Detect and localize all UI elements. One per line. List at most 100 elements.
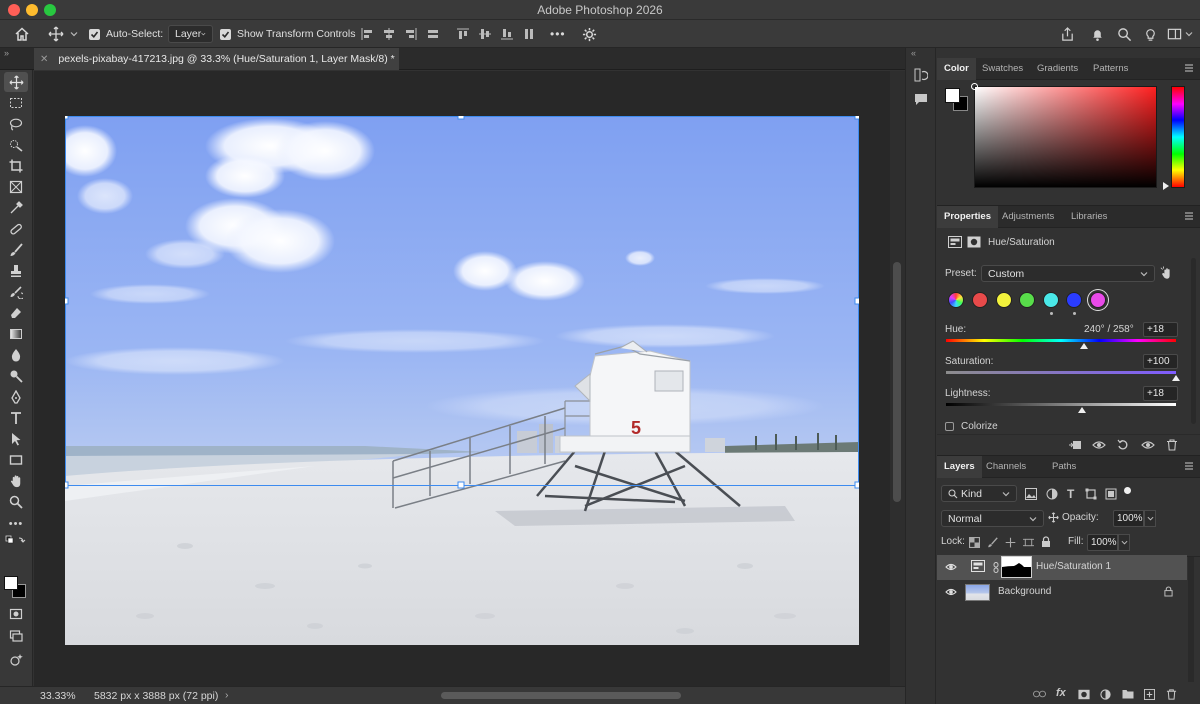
align-middle-v-button[interactable] [478, 20, 492, 48]
tab-layers[interactable]: Layers [937, 456, 982, 478]
zoom-tool[interactable] [4, 492, 28, 512]
path-selection-tool[interactable] [4, 429, 28, 449]
properties-scrollbar[interactable] [1191, 258, 1196, 424]
horizontal-scroll-thumb[interactable] [441, 692, 681, 699]
layer-filter-dropdown[interactable]: Kind [941, 485, 1017, 502]
filter-type-button[interactable]: T [1067, 487, 1074, 501]
frame-tool[interactable] [4, 177, 28, 197]
blur-tool[interactable] [4, 345, 28, 365]
distribute-v-button[interactable] [522, 20, 536, 48]
tab-channels[interactable]: Channels [979, 456, 1033, 478]
align-center-h-button[interactable] [382, 20, 396, 48]
settings-button[interactable] [582, 20, 597, 48]
clone-stamp-tool[interactable] [4, 261, 28, 281]
clip-to-layer-button[interactable] [1068, 439, 1082, 451]
more-options-button[interactable]: ••• [550, 20, 566, 48]
add-mask-button[interactable] [1078, 689, 1090, 700]
history-panel-button[interactable] [914, 68, 928, 82]
new-layer-button[interactable] [1144, 689, 1155, 700]
eyedropper-tool[interactable] [4, 198, 28, 218]
transform-handle[interactable] [65, 297, 69, 305]
transform-handle[interactable] [65, 116, 69, 120]
tab-swatches[interactable]: Swatches [975, 58, 1030, 80]
colorize-checkbox[interactable] [945, 422, 954, 431]
generative-button[interactable] [4, 650, 28, 670]
show-transform-checkbox[interactable]: Show Transform Controls [220, 20, 355, 48]
preset-dropdown[interactable]: Custom [981, 265, 1155, 282]
opacity-input[interactable]: 100% [1113, 510, 1144, 527]
screen-mode-button[interactable] [4, 626, 28, 646]
tab-adjustments[interactable]: Adjustments [995, 206, 1061, 228]
tab-libraries[interactable]: Libraries [1064, 206, 1114, 228]
transform-handle[interactable] [854, 297, 859, 305]
document-tab[interactable]: ✕ pexels-pixabay-417213.jpg @ 33.3% (Hue… [34, 48, 399, 70]
targeted-adjustment-button[interactable] [1160, 266, 1174, 280]
layer-effects-button[interactable]: fx [1056, 687, 1066, 699]
pen-tool[interactable] [4, 387, 28, 407]
lock-artboard-button[interactable] [1023, 537, 1034, 548]
workspace-button[interactable] [1167, 20, 1193, 48]
lock-position-button[interactable] [1005, 537, 1016, 548]
layer-visibility-toggle[interactable] [945, 587, 957, 597]
color-panel-foreground-swatch[interactable] [945, 88, 960, 103]
hue-slider-arrow[interactable] [1163, 182, 1169, 190]
eraser-tool[interactable] [4, 303, 28, 323]
swatch-master[interactable] [948, 292, 964, 308]
filter-adjustment-button[interactable] [1046, 488, 1058, 500]
lock-all-button[interactable] [1041, 536, 1051, 548]
distribute-button[interactable] [426, 20, 440, 48]
tab-properties[interactable]: Properties [937, 206, 998, 228]
hue-slider-track[interactable] [946, 339, 1176, 342]
marquee-tool[interactable] [4, 93, 28, 113]
view-previous-button[interactable] [1092, 439, 1106, 451]
lock-pixels-button[interactable] [987, 537, 998, 548]
share-button[interactable] [1060, 20, 1075, 48]
gradient-tool[interactable] [4, 324, 28, 344]
lightness-value-input[interactable]: +18 [1143, 386, 1178, 401]
fill-input[interactable]: 100% [1087, 534, 1118, 551]
tab-gradients[interactable]: Gradients [1030, 58, 1085, 80]
tab-color[interactable]: Color [937, 58, 976, 80]
panel-menu-icon[interactable] [1184, 63, 1194, 73]
lightness-slider-thumb[interactable] [1077, 407, 1086, 413]
quick-mask-button[interactable] [4, 604, 28, 624]
lasso-tool[interactable] [4, 114, 28, 134]
link-layers-button[interactable] [1033, 689, 1046, 699]
lightness-slider-track[interactable] [946, 403, 1176, 406]
crop-tool[interactable] [4, 156, 28, 176]
notifications-button[interactable] [1090, 20, 1105, 48]
color-picker-field[interactable] [971, 83, 1157, 188]
fill-dropdown-button[interactable] [1118, 534, 1130, 551]
vertical-scroll-thumb[interactable] [893, 262, 901, 502]
align-left-button[interactable] [360, 20, 374, 48]
filter-pixel-button[interactable] [1025, 488, 1037, 500]
color-picker-cursor[interactable] [971, 83, 978, 90]
panel-menu-icon[interactable] [1184, 461, 1194, 471]
chain-link-icon[interactable] [993, 562, 999, 573]
move-tool-preset[interactable] [48, 20, 78, 48]
rectangle-tool[interactable] [4, 450, 28, 470]
default-colors-button[interactable] [4, 532, 28, 552]
saturation-value-input[interactable]: +100 [1143, 354, 1178, 369]
object-selection-tool[interactable] [4, 135, 28, 155]
filter-smart-object-button[interactable] [1105, 488, 1117, 500]
layer-thumbnail[interactable] [965, 584, 990, 601]
tab-patterns[interactable]: Patterns [1086, 58, 1135, 80]
document-canvas[interactable]: 5 [65, 116, 859, 645]
swatch-color-range[interactable] [1066, 292, 1082, 308]
expand-panels-icon[interactable]: « [911, 48, 916, 58]
layer-row-background[interactable]: Background [937, 580, 1187, 605]
tab-paths[interactable]: Paths [1045, 456, 1083, 478]
auto-select-dropdown[interactable]: Layer [168, 25, 213, 43]
edit-toolbar-button[interactable]: ••• [4, 514, 28, 534]
swatch-color-range[interactable] [995, 292, 1012, 308]
layer-row-hue-saturation[interactable]: Hue/Saturation 1 [937, 555, 1187, 580]
status-menu-arrow[interactable]: › [225, 689, 229, 701]
saturation-slider-thumb[interactable] [1172, 375, 1180, 381]
auto-select-checkbox[interactable]: Auto-Select: [89, 20, 163, 48]
align-top-button[interactable] [456, 20, 470, 48]
discover-button[interactable] [1143, 20, 1158, 48]
new-group-button[interactable] [1122, 689, 1134, 699]
swatch-color-range[interactable] [972, 292, 988, 308]
new-adjustment-layer-button[interactable] [1100, 689, 1111, 700]
